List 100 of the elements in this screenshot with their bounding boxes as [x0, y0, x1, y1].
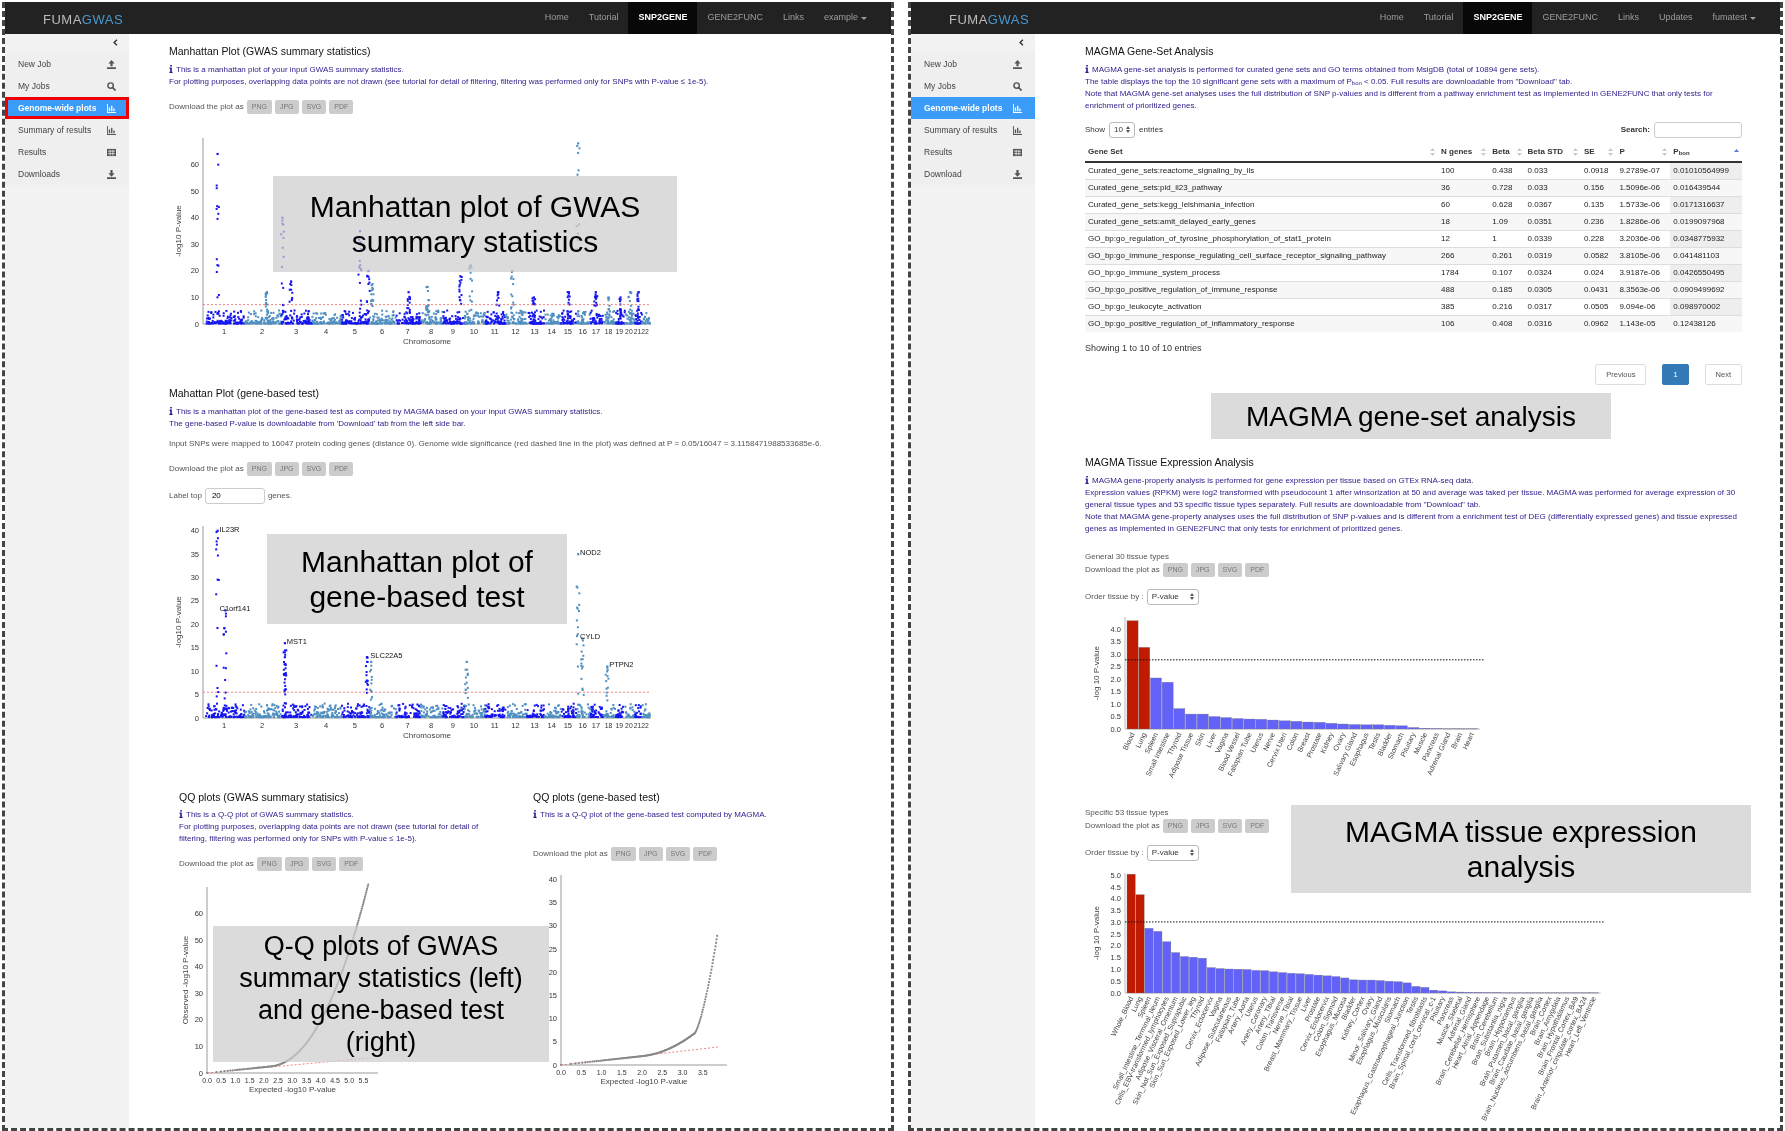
info-text: This is a manhattan plot of the gene-based test as computed by MAGMA based on your input GWAS summary statistics. — [169, 405, 871, 418]
sub-heading: General 30 tissue types — [1085, 550, 1171, 563]
callout-label: Q-Q plots of GWAS summary statistics (left) and gene-based test (right) — [213, 926, 549, 1062]
download-label: Download the plot as — [1085, 563, 1160, 576]
nav-dropdown[interactable]: fumatest — [1702, 2, 1766, 34]
axis-title: Expected -log10 P-value — [248, 1085, 337, 1095]
table-cell: 0.016439544 — [1670, 179, 1742, 197]
nav-link[interactable]: GENE2FUNC — [697, 2, 773, 34]
column-header[interactable]: N genes — [1438, 142, 1490, 162]
search-icon — [1013, 81, 1022, 91]
nav-link[interactable]: SNP2GENE — [1463, 2, 1533, 34]
caret-icon — [1750, 16, 1756, 20]
download-label: Download the plot as — [533, 848, 608, 861]
field-label: genes. — [267, 489, 292, 502]
table-cell: 0.098970002 — [1670, 298, 1742, 316]
table-cell: 488 — [1438, 281, 1490, 299]
column-header[interactable]: SE — [1581, 142, 1617, 162]
table-cell: 0.0319 — [1524, 247, 1581, 265]
column-header[interactable]: P$_{bon}$ — [1670, 142, 1742, 162]
field-label: entries — [1139, 123, 1164, 136]
table-cell: 3.8105e-06 — [1616, 247, 1671, 265]
search-icon — [107, 81, 116, 91]
table-cell: 0.728 — [1489, 179, 1525, 197]
column-header[interactable]: Gene Set — [1085, 142, 1439, 162]
bar-chart-icon — [107, 103, 116, 113]
bar-chart-icon — [1013, 103, 1022, 113]
search-field[interactable] — [1654, 121, 1742, 138]
info-text: For plotting purposes, overlapping data points are not drawn (see tutorial for detail of filtering, filtering was performed only for SNPs with P-value ≤ 1e-5). — [169, 75, 710, 88]
nav-link[interactable]: Tutorial — [578, 2, 629, 34]
column-header[interactable]: Beta STD — [1524, 142, 1581, 162]
nav-link[interactable]: SNP2GENE — [628, 2, 698, 34]
table-cell: 0.0909499692 — [1670, 281, 1742, 299]
section-title: MAGMA Gene-Set Analysis — [1085, 44, 1215, 59]
table-cell: 0.12438126 — [1670, 315, 1742, 333]
callout-label: MAGMA tissue expression analysis — [1291, 805, 1751, 893]
table-cell: 1.8286e-06 — [1616, 213, 1671, 231]
info-text: This is a Q-Q plot of the gene-based test computed by MAGMA. — [533, 809, 833, 822]
table-cell: GO_bp:go_positive_regulation_of_inflammatory_response — [1085, 315, 1439, 333]
column-header[interactable]: Beta — [1489, 142, 1525, 162]
section-title: Manhattan Plot (GWAS summary statistics) — [169, 44, 372, 59]
table-cell: 0.156 — [1581, 179, 1617, 197]
nav-link[interactable]: GENE2FUNC — [1532, 2, 1608, 34]
table-cell: 0.0348775932 — [1670, 230, 1742, 248]
note-text: Input SNPs were mapped to 16047 protein coding genes (distance 0). Genome wide significance (red dashed line in the plot) was defined at P = 0.05/16047 = 3.1158471988533685e-6. — [169, 437, 823, 450]
column-header[interactable]: P — [1616, 142, 1671, 162]
section-title: MAGMA Tissue Expression Analysis — [1085, 455, 1255, 470]
nav-dropdown[interactable]: example — [813, 2, 877, 34]
field-label: Order tissue by : — [1085, 846, 1144, 859]
nav-link[interactable]: Links — [1607, 2, 1649, 34]
table-cell: 1.09 — [1489, 213, 1525, 231]
table-icon — [107, 147, 116, 157]
nav-link[interactable]: Updates — [1648, 2, 1703, 34]
info-icon — [533, 810, 537, 819]
nav-link[interactable]: Home — [1369, 2, 1414, 34]
field-label: Show — [1085, 123, 1105, 136]
download-label: Download the plot as — [1085, 819, 1160, 832]
page-size-select[interactable]: 10 — [1109, 121, 1135, 138]
callout-label: Manhattan plot of gene-based test — [267, 534, 567, 624]
table-cell: Curated_gene_sets:pid_il23_pathway — [1085, 179, 1439, 197]
updown-icon — [1189, 593, 1194, 601]
table-cell: 0.0305 — [1524, 281, 1581, 299]
info-text: This is a manhattan plot of your input GWAS summary statistics. — [169, 63, 871, 76]
axis-title: -log 10 P-value — [1092, 905, 1101, 960]
info-text: MAGMA gene-set analysis is performed for curated gene sets and GO terms obtained from MsigDB (total of 10894 gene sets). — [1085, 63, 1742, 76]
table-cell: 0.185 — [1489, 281, 1525, 299]
table-cell: 106 — [1438, 315, 1490, 333]
updown-icon — [1189, 849, 1194, 857]
info-text: This is a Q-Q plot of GWAS summary statistics. — [179, 809, 499, 822]
axis-title: Chromosome — [403, 336, 451, 346]
info-icon — [1085, 475, 1089, 484]
table-cell: 0.236 — [1581, 213, 1617, 231]
table-cell: 18 — [1438, 213, 1490, 231]
download-icon — [107, 169, 116, 179]
section-title: Mahattan Plot (gene-based test) — [169, 385, 320, 401]
chevron-left-icon — [112, 38, 119, 47]
table-cell: 0.033 — [1524, 179, 1581, 197]
table-cell: 0.0316 — [1524, 315, 1581, 333]
caret-icon — [861, 16, 867, 20]
section-title: QQ plots (GWAS summary statisics) — [179, 789, 350, 805]
axis-title: Expected -log10 P-value — [600, 1077, 688, 1087]
info-icon — [169, 406, 173, 415]
info-text: Note that MAGMA gene-property analyses uses the full distribution of SNP p-values and is different from a enrichment test of DEG (differentially expressed genes) and tissue expressed genes as implemented in GENE2FUNC that only tests for enrichment of prioritized genes. — [1085, 510, 1738, 535]
order-select[interactable]: P-value — [1146, 844, 1199, 861]
callout-label: Manhattan plot of GWAS summary statistics — [273, 176, 677, 272]
order-select[interactable]: P-value — [1146, 588, 1199, 605]
table-cell: 0.0351 — [1524, 213, 1581, 231]
table-cell: 0.0171316637 — [1670, 196, 1742, 214]
table-cell: 1.5096e-06 — [1616, 179, 1671, 197]
download-label: Download the plot as — [179, 858, 254, 871]
axis-title: -log10 P-value — [174, 204, 183, 257]
nav-link[interactable]: Links — [772, 2, 814, 34]
info-text: Expression values (RPKM) were log2 transformed with pseudocount 1 after winsorization at 50 and average was taked per tissue. MAGMA was performed for average expression of 30 general tissue types and 53 specific tissue types separately. Full results are downloadable from "Download" tab. — [1085, 486, 1737, 511]
bar-chart-icon — [1013, 125, 1022, 135]
table-cell: 0.0962 — [1581, 315, 1617, 333]
info-text: The gene-based P-value is downloadable from 'Download' tab from the left side bar. — [169, 417, 467, 430]
table-cell: GO_bp:go_immune_response_regulating_cell_surface_receptor_signaling_pathway — [1085, 247, 1439, 265]
number-field[interactable]: 20 — [204, 487, 265, 504]
nav-link[interactable]: Home — [534, 2, 579, 34]
axis-title: Observed -log10 P-value — [181, 936, 190, 1025]
nav-link[interactable]: Tutorial — [1413, 2, 1464, 34]
